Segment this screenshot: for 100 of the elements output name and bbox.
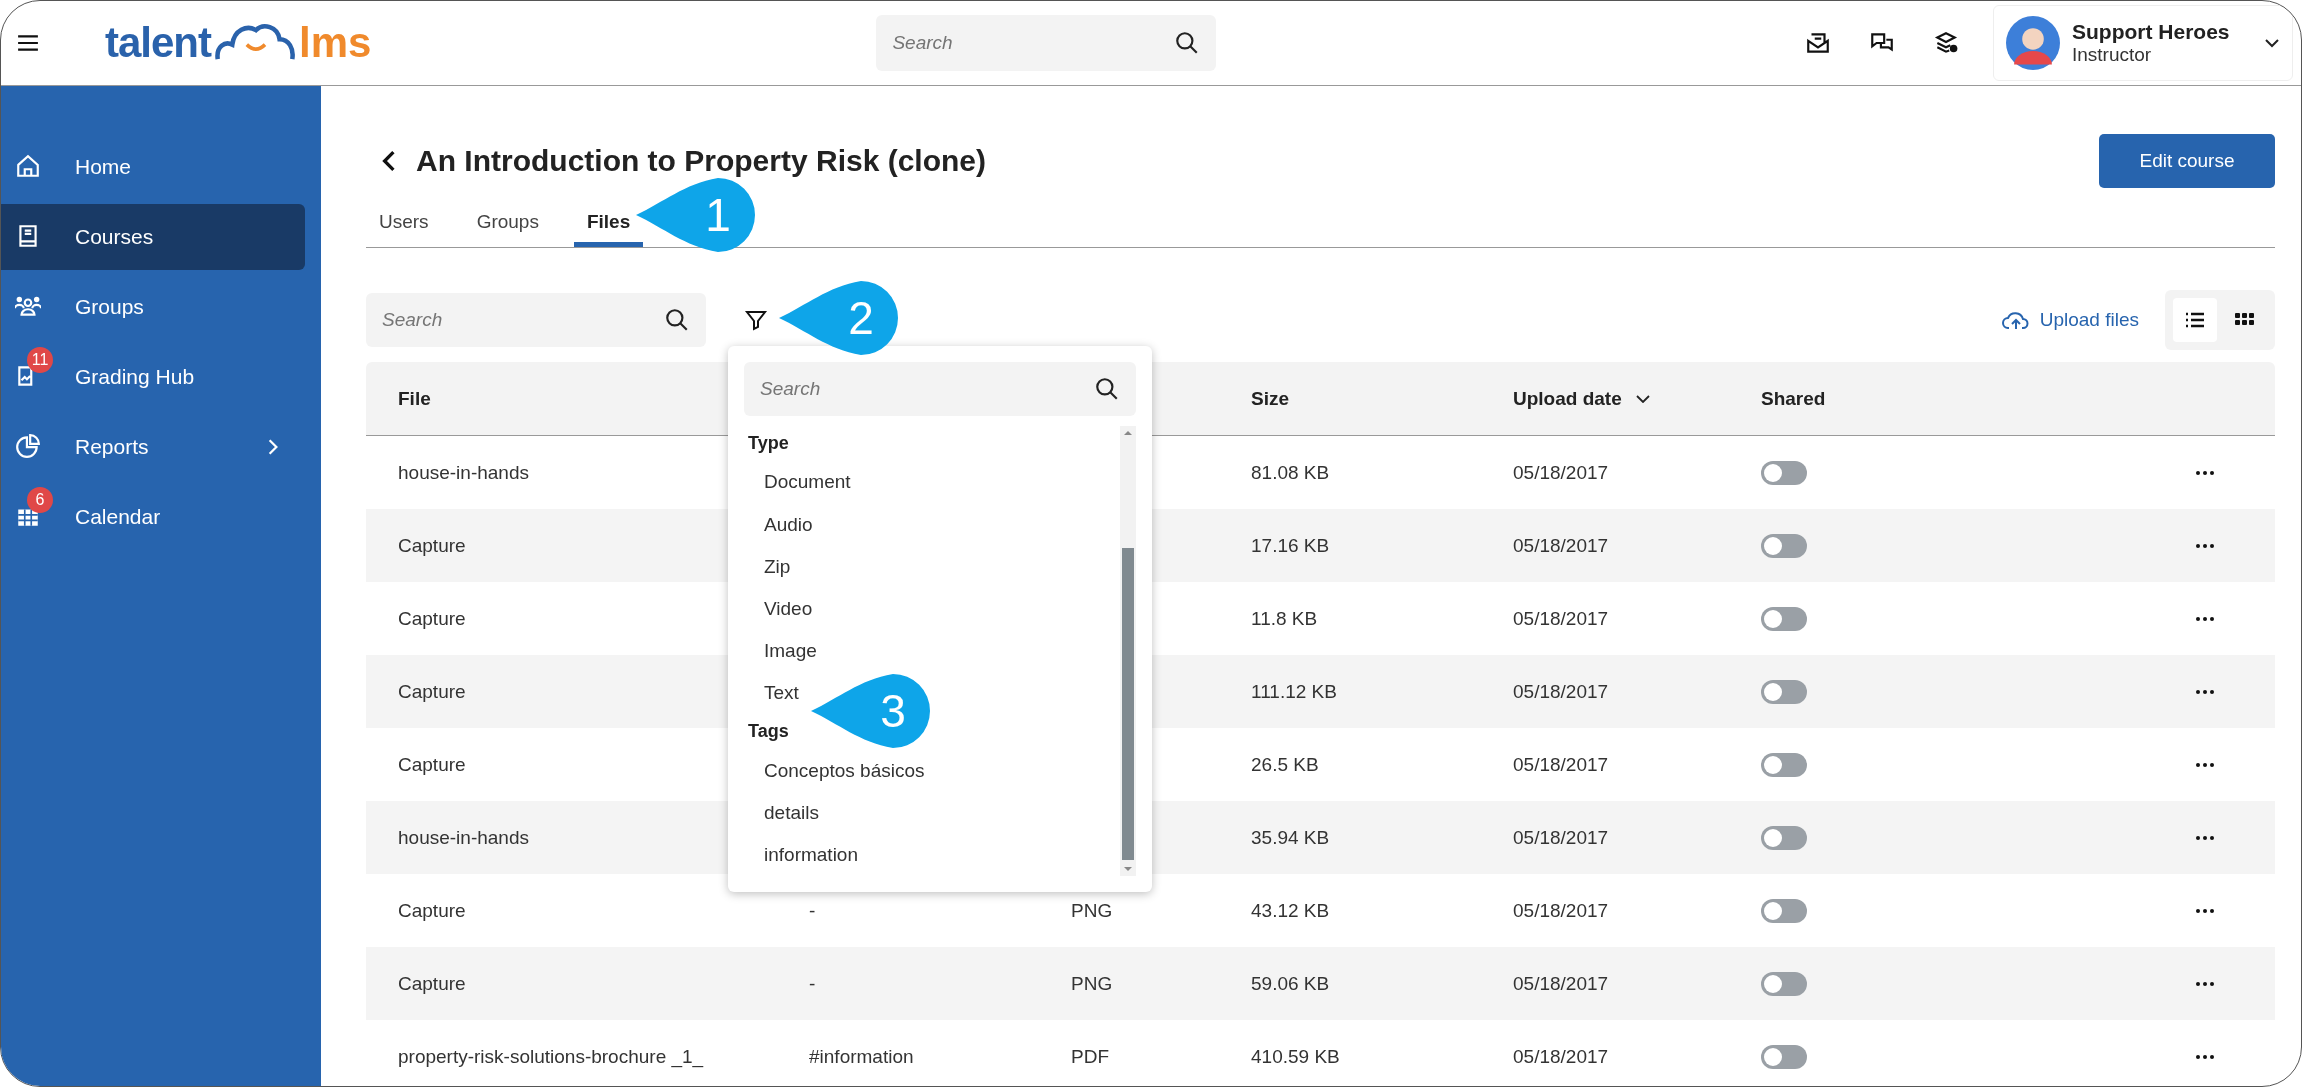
- filter-option[interactable]: details: [764, 791, 819, 834]
- count-badge: 11: [27, 347, 53, 373]
- table-cell: 05/18/2017: [1513, 1045, 1609, 1068]
- count-badge: 6: [27, 487, 53, 513]
- filter-option[interactable]: Zip: [764, 545, 791, 588]
- user-menu[interactable]: Support Heroes Instructor: [1993, 5, 2293, 81]
- tab[interactable]: Users: [366, 198, 442, 247]
- filter-option[interactable]: Text: [764, 672, 799, 715]
- table-cell: property-risk-solutions-brochure _1_: [398, 1045, 704, 1068]
- table-cell: 05/18/2017: [1513, 607, 1609, 630]
- table-cell: 05/18/2017: [1513, 826, 1609, 849]
- toggle-switch[interactable]: [1761, 898, 1807, 923]
- cloud-smile-icon: [213, 21, 297, 61]
- list-icon: [2185, 312, 2205, 328]
- more-options-icon[interactable]: [2195, 1054, 2215, 1059]
- table-cell: Capture: [398, 680, 466, 703]
- table-cell: PNG: [1071, 972, 1113, 995]
- filter-option[interactable]: Video: [764, 587, 813, 630]
- table-cell: house-in-hands: [398, 826, 529, 849]
- group-heading: Type: [748, 432, 789, 456]
- filter-option[interactable]: information: [764, 833, 858, 876]
- toggle-switch[interactable]: [1761, 606, 1807, 631]
- table-cell: 05/18/2017: [1513, 534, 1609, 557]
- sidebar-label: Home: [75, 155, 132, 179]
- table-cell: Capture: [398, 972, 466, 995]
- sidebar-label: Grading Hub: [75, 365, 195, 389]
- more-options-icon[interactable]: [2195, 908, 2215, 913]
- table-cell: 26.5 KB: [1251, 753, 1319, 776]
- table-cell: 35.94 KB: [1251, 826, 1330, 849]
- scroll-down-icon[interactable]: [1123, 866, 1133, 872]
- table-cell: 17.16 KB: [1251, 534, 1330, 557]
- filter-option[interactable]: Document: [764, 461, 851, 504]
- sidebar-item[interactable]: 11 Grading Hub: [1, 344, 305, 410]
- table-cell: 59.06 KB: [1251, 972, 1330, 995]
- tab[interactable]: Groups: [463, 198, 552, 247]
- table-cell: Capture: [398, 607, 466, 630]
- layers-icon[interactable]: [1933, 30, 1959, 56]
- table-cell: -: [809, 972, 816, 995]
- table-cell: Capture: [398, 534, 466, 557]
- inbox-icon[interactable]: [1805, 30, 1831, 56]
- scroll-up-icon[interactable]: [1123, 430, 1133, 436]
- filter-option[interactable]: Image: [764, 629, 817, 673]
- table-cell: 11.8 KB: [1251, 607, 1318, 630]
- sidebar-item[interactable]: Home: [1, 134, 305, 200]
- toggle-switch[interactable]: [1761, 533, 1807, 558]
- search-field[interactable]: Search: [876, 15, 1217, 71]
- chevron-down-icon: [2264, 38, 2280, 48]
- column-header[interactable]: Upload date: [1513, 387, 1761, 410]
- table-cell: 81.08 KB: [1251, 461, 1330, 484]
- toggle-switch[interactable]: [1761, 825, 1807, 850]
- menu-icon[interactable]: [17, 34, 39, 52]
- more-options-icon[interactable]: [2195, 470, 2215, 475]
- more-options-icon[interactable]: [2195, 835, 2215, 840]
- avatar-icon: [2006, 16, 2060, 70]
- toggle-switch[interactable]: [1761, 460, 1807, 485]
- edit-course-button[interactable]: Edit course: [2099, 134, 2275, 188]
- table-cell: #information: [809, 1045, 914, 1068]
- step-callout: 1: [634, 176, 756, 254]
- more-options-icon[interactable]: [2195, 762, 2215, 767]
- search-field[interactable]: Search: [744, 362, 1136, 416]
- toggle-switch[interactable]: [1761, 752, 1807, 777]
- scrollbar[interactable]: [1120, 426, 1136, 876]
- filter-option[interactable]: Conceptos básicos: [764, 749, 925, 792]
- more-options-icon[interactable]: [2195, 616, 2215, 621]
- table-cell: PDF: [1071, 1045, 1109, 1068]
- cloud-upload-icon: [2001, 309, 2030, 331]
- group-heading: Tags: [748, 720, 789, 744]
- step-callout: 3: [809, 672, 931, 750]
- table-cell: 05/18/2017: [1513, 461, 1609, 484]
- sort-caret-icon[interactable]: [1635, 394, 1650, 403]
- list-view-button[interactable]: [2173, 298, 2217, 342]
- back-icon[interactable]: [382, 150, 396, 172]
- sidebar-label: Calendar: [75, 505, 161, 529]
- sidebar-item[interactable]: Courses: [1, 204, 305, 270]
- search-field[interactable]: Search: [366, 293, 706, 347]
- toggle-switch[interactable]: [1761, 1044, 1807, 1069]
- sidebar-item[interactable]: 6 Calendar: [1, 484, 305, 550]
- more-options-icon[interactable]: [2195, 689, 2215, 694]
- more-options-icon[interactable]: [2195, 543, 2215, 548]
- sidebar-item[interactable]: Reports: [1, 414, 305, 480]
- filter-option[interactable]: Audio: [764, 503, 813, 546]
- step-callout: 2: [777, 279, 899, 357]
- toggle-switch[interactable]: [1761, 971, 1807, 996]
- logo-text: lms: [299, 19, 372, 67]
- table-cell: 410.59 KB: [1251, 1045, 1340, 1068]
- column-header[interactable]: Shared: [1761, 387, 2195, 410]
- column-header[interactable]: Size: [1251, 387, 1513, 410]
- upload-files-link[interactable]: Upload files: [2001, 309, 2139, 331]
- toggle-switch[interactable]: [1761, 679, 1807, 704]
- user-name: Support Heroes: [2072, 20, 2230, 44]
- filter-icon[interactable]: [744, 308, 768, 332]
- page-title: An Introduction to Property Risk (clone): [416, 144, 986, 178]
- sidebar-label: Groups: [75, 295, 144, 319]
- search-icon: [1094, 376, 1120, 402]
- logo-text: talent: [105, 19, 211, 67]
- more-options-icon[interactable]: [2195, 981, 2215, 986]
- sidebar-item[interactable]: Groups: [1, 274, 305, 340]
- home-icon: [15, 153, 41, 179]
- table-cell: 43.12 KB: [1251, 899, 1330, 922]
- table-cell: Capture: [398, 753, 466, 776]
